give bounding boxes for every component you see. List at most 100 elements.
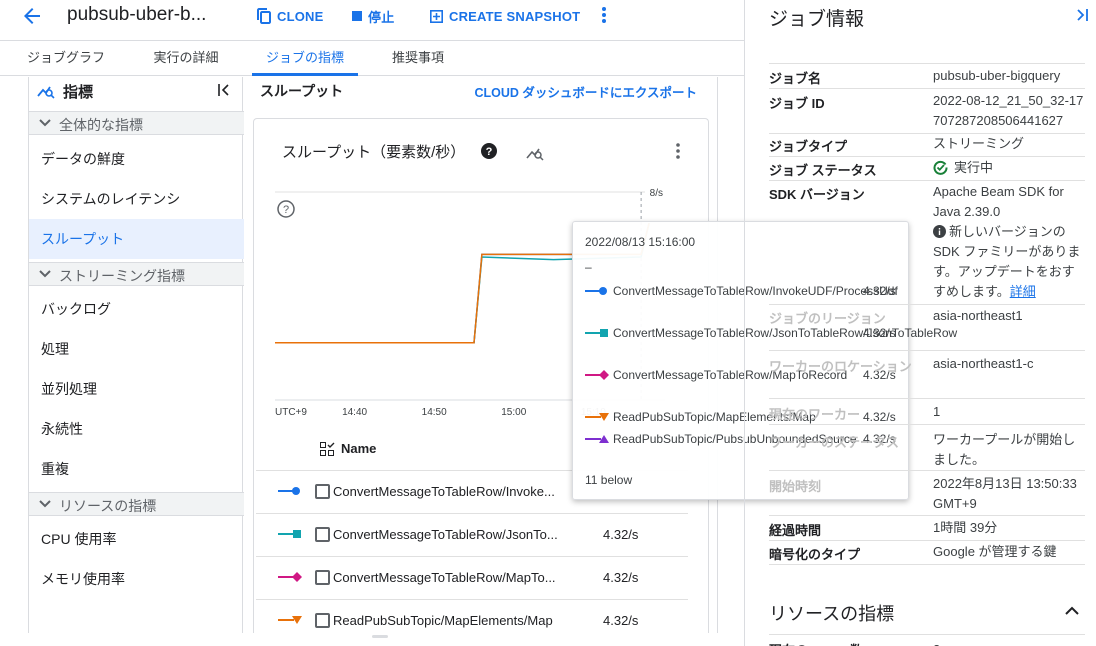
clone-button[interactable]: CLONE (257, 6, 324, 26)
divider (769, 424, 1085, 425)
series-square-marker-icon (585, 329, 608, 337)
nav-item-cpu-usage[interactable]: CPU 使用率 (29, 519, 244, 559)
series-triangle-marker-icon (278, 616, 302, 624)
help-icon[interactable]: ? (481, 143, 497, 159)
chevron-up-icon[interactable] (1065, 606, 1079, 616)
job-type-label: ジョブタイプ (769, 139, 848, 154)
nav-item-processing[interactable]: 処理 (29, 329, 244, 369)
section-streaming-metrics[interactable]: ストリーミング指標 (29, 262, 244, 286)
start-time-value: 2022年8月13日 13:50:33 GMT+9 (933, 476, 1077, 511)
collapse-right-panel-icon[interactable] (1075, 8, 1089, 22)
create-snapshot-button[interactable]: CREATE SNAPSHOT (430, 6, 580, 26)
y-axis-top-label: 8/s (650, 188, 663, 199)
job-type-value: ストリーミング (933, 136, 1025, 151)
tab-execution-details[interactable]: 実行の詳細 (140, 41, 232, 76)
add-box-icon (430, 9, 443, 23)
row-value: 4.32/s (603, 570, 639, 585)
row-name: ConvertMessageToTableRow/Invoke... (333, 484, 555, 499)
resize-handle[interactable] (372, 635, 388, 638)
series-triangle-up-marker-icon (585, 435, 609, 443)
nav-item-parallelism[interactable]: 並列処理 (29, 369, 244, 409)
export-to-cloud-dashboard-link[interactable]: CLOUD ダッシュボードにエクスポート (474, 82, 697, 101)
divider (769, 350, 1085, 351)
nav-item-data-freshness[interactable]: データの鮮度 (29, 139, 244, 179)
job-status-label: ジョブ ステータス (769, 163, 877, 178)
tab-job-graph[interactable]: ジョブグラフ (16, 41, 116, 76)
clone-label: CLONE (277, 8, 324, 24)
create-snapshot-label: CREATE SNAPSHOT (449, 8, 581, 24)
encryption-type-value: Google が管理する鍵 (933, 544, 1057, 559)
chevron-down-icon (39, 270, 51, 278)
row-checkbox[interactable] (315, 484, 330, 499)
table-row[interactable]: ConvertMessageToTableRow/JsonTo... 4.32/… (256, 514, 688, 557)
vcpu-label: 現在の vCPU 数 (769, 640, 863, 646)
nav-item-throughput[interactable]: スループット (29, 219, 244, 259)
x-tick-label: 15:00 (501, 407, 526, 418)
series-square-marker-icon (278, 530, 301, 538)
x-tick-label: 14:50 (422, 407, 447, 418)
x-tick-label: 14:40 (342, 407, 367, 418)
divider (769, 180, 1085, 181)
metrics-nav-title: 指標 (63, 84, 94, 101)
row-checkbox[interactable] (315, 570, 330, 585)
sdk-version-value: Apache Beam SDK for Java 2.39.0 (933, 184, 1064, 219)
nav-item-duplicates[interactable]: 重複 (29, 449, 244, 489)
resource-metrics-title: リソースの指標 (769, 604, 895, 624)
table-row[interactable]: ConvertMessageToTableRow/MapTo... 4.32/s (256, 557, 688, 600)
x-tick-label: UTC+9 (275, 407, 307, 418)
nav-item-persistence[interactable]: 永続性 (29, 409, 244, 449)
metric-header: スループット CLOUD ダッシュボードにエクスポート (244, 77, 718, 105)
nav-item-system-latency[interactable]: システムのレイテンシ (29, 179, 244, 219)
column-select-icon[interactable] (320, 442, 335, 457)
row-name: ReadPubSubTopic/MapElements/Map (333, 613, 553, 628)
job-title: pubsub-uber-b... (67, 4, 207, 25)
divider (769, 304, 1085, 305)
explore-metrics-icon[interactable] (526, 143, 544, 161)
worker-location-label: ワーカーのロケーション (769, 359, 912, 374)
table-row[interactable]: ReadPubSubTopic/MapElements/Map 4.32/s (256, 600, 688, 633)
divider (769, 564, 1085, 565)
running-status-icon (933, 160, 948, 175)
series-diamond-marker-icon (585, 370, 609, 380)
region-value: asia-northeast1 (933, 308, 1023, 323)
job-status-value: 実行中 (954, 160, 994, 175)
sdk-details-link[interactable]: 詳細 (1010, 284, 1036, 299)
tooltip-more-count: 11 below (585, 473, 633, 487)
sdk-update-notice: 新しいバージョンの SDK ファミリーがあります。アップデートをおすすめします。… (933, 222, 1085, 302)
nav-item-memory-usage[interactable]: メモリ使用率 (29, 559, 244, 599)
sdk-version-label: SDK バージョン (769, 187, 865, 202)
job-id-label: ジョブ ID (769, 96, 825, 111)
more-vert-icon[interactable] (602, 7, 606, 23)
current-workers-label: 現在のワーカー (769, 407, 861, 422)
tab-job-metrics[interactable]: ジョブの指標 (252, 41, 358, 76)
job-info-title: ジョブ情報 (769, 9, 865, 30)
tab-recommendations[interactable]: 推奨事項 (370, 41, 466, 76)
divider (769, 88, 1085, 89)
nav-item-backlog[interactable]: バックログ (29, 289, 244, 329)
row-checkbox[interactable] (315, 527, 330, 542)
metrics-nav-header: 指標 (29, 77, 244, 107)
row-checkbox[interactable] (315, 613, 330, 628)
section-resource-metrics[interactable]: リソースの指標 (29, 492, 244, 516)
svg-text:?: ? (486, 146, 493, 158)
chart-more-icon[interactable] (676, 143, 680, 159)
start-time-label: 開始時刻 (769, 479, 822, 494)
worker-location-value: asia-northeast1-c (933, 356, 1034, 371)
divider (769, 634, 1085, 635)
divider (769, 540, 1085, 541)
current-workers-value: 1 (933, 404, 941, 419)
encryption-type-label: 暗号化のタイプ (769, 547, 861, 562)
divider (769, 470, 1085, 471)
back-arrow-icon[interactable] (20, 4, 44, 28)
top-toolbar: pubsub-uber-b... CLONE 停止 CREATE SNAPSHO… (0, 0, 744, 32)
sdk-update-notice-text: 新しいバージョンの SDK ファミリーがあります。アップデートをおすすめします。 (933, 224, 1081, 299)
stop-button[interactable]: 停止 (352, 6, 394, 26)
row-value: 4.32/s (603, 527, 639, 542)
section-overall-metrics[interactable]: 全体的な指標 (29, 111, 244, 135)
collapse-panel-icon[interactable] (217, 83, 231, 97)
name-column-header[interactable]: Name (341, 441, 376, 456)
divider (769, 63, 1085, 64)
series-diamond-marker-icon (278, 572, 302, 582)
series-triangle-down-marker-icon (585, 413, 609, 421)
chevron-down-icon (39, 500, 51, 508)
